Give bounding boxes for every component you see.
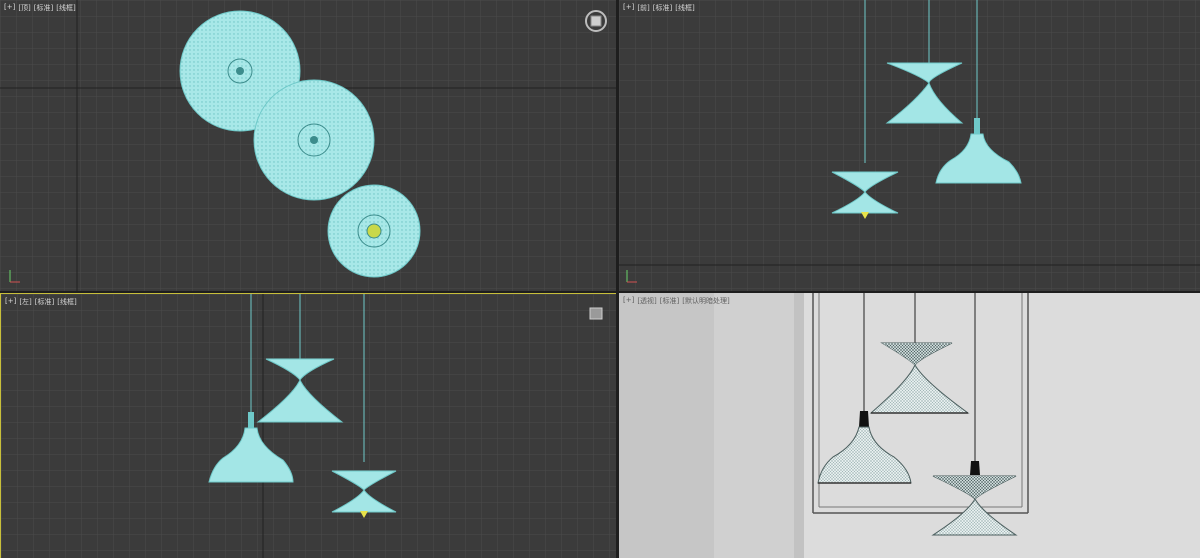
viewport-top[interactable]: [+] [顶] [标准] [线框] <box>0 0 616 291</box>
lamp-top-3[interactable] <box>327 184 421 278</box>
viewport-left[interactable]: [+] [左] [标准] [线框] <box>0 293 616 558</box>
display-mode[interactable]: [线框] <box>57 297 76 307</box>
wall-left <box>619 293 714 558</box>
viewport-front-canvas[interactable] <box>619 0 1200 291</box>
display-mode[interactable]: [线框] <box>675 3 694 13</box>
display-mode[interactable]: [默认明暗处理] <box>682 296 729 306</box>
viewport-perspective-canvas[interactable] <box>619 293 1200 558</box>
wall-column <box>714 293 794 558</box>
viewport-persp-label[interactable]: [+] [透视] [标准] [默认明暗处理] <box>623 296 730 306</box>
viewport-top-canvas[interactable] <box>0 0 616 291</box>
view-name[interactable]: [前] <box>637 3 649 13</box>
viewport-menu[interactable]: [+] <box>623 296 634 306</box>
viewport-perspective[interactable]: [+] [透视] [标准] [默认明暗处理] <box>619 293 1200 558</box>
viewport-left-label[interactable]: [+] [左] [标准] [线框] <box>5 297 77 307</box>
viewcube-icon[interactable] <box>587 306 605 322</box>
shading-mode[interactable]: [标准] <box>653 3 672 13</box>
shading-mode[interactable]: [标准] <box>34 3 53 13</box>
viewport-front[interactable]: [+] [前] [标准] [线框] <box>619 0 1200 291</box>
view-name[interactable]: [顶] <box>18 3 30 13</box>
viewport-top-label[interactable]: [+] [顶] [标准] [线框] <box>4 3 76 13</box>
viewport-left-canvas[interactable] <box>1 294 616 558</box>
lamp-top-2[interactable] <box>253 79 375 201</box>
viewcube-icon[interactable] <box>584 9 608 33</box>
shading-mode[interactable]: [标准] <box>35 297 54 307</box>
display-mode[interactable]: [线框] <box>56 3 75 13</box>
viewport-menu[interactable]: [+] <box>4 3 15 13</box>
shading-mode[interactable]: [标准] <box>660 296 679 306</box>
view-name[interactable]: [透视] <box>637 296 656 306</box>
view-name[interactable]: [左] <box>19 297 31 307</box>
viewport-menu[interactable]: [+] <box>623 3 634 13</box>
viewport-front-label[interactable]: [+] [前] [标准] [线框] <box>623 3 695 13</box>
viewport-menu[interactable]: [+] <box>5 297 16 307</box>
